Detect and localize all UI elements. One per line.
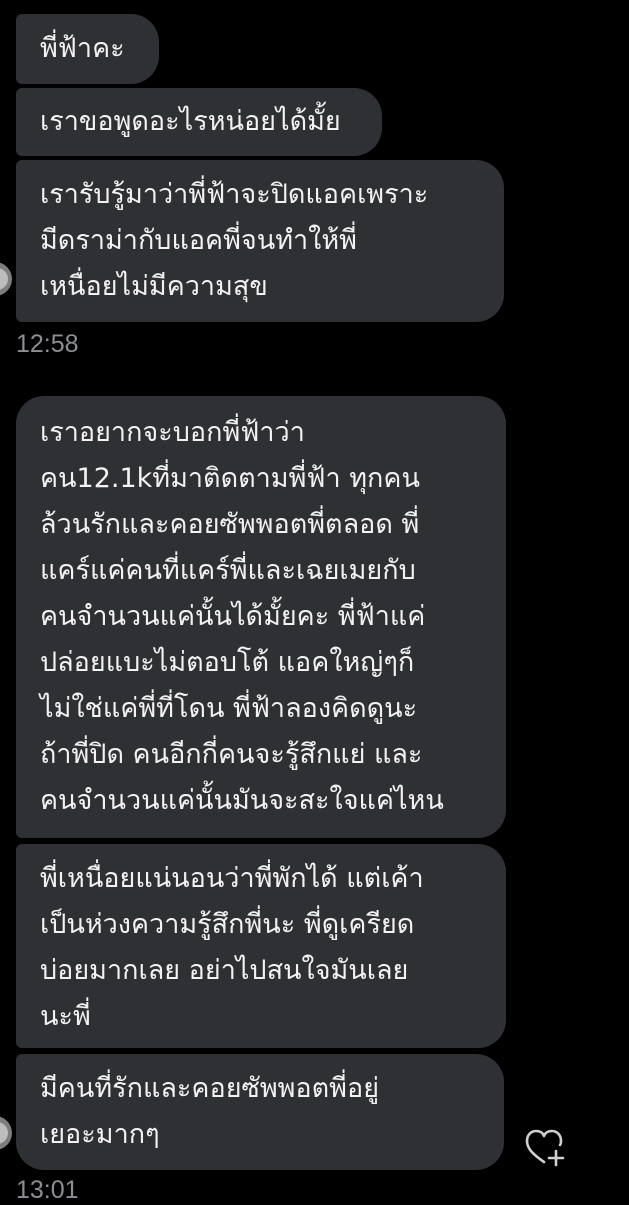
message-timestamp: 13:01	[16, 1176, 79, 1204]
message-text: มีคนที่รักและคอยซัพพอตพี่อยู่	[40, 1073, 380, 1104]
message-text: ไม่ใช่แค่พี่ที่โดน พี่ฟ้าลองคิดดูนะ	[40, 693, 418, 724]
message-text: ปล่อยแบะไม่ตอบโต้ แอคใหญ่ๆก็	[40, 647, 415, 678]
message-bubble[interactable]: พี่เหนื่อยแน่นอนว่าพี่พักได้ แต่เค้า เป็…	[16, 844, 506, 1048]
message-text: พี่ฟ้าคะ	[40, 33, 125, 64]
message-text: คนจำนวนแค่นั้นได้มั้ยคะ พี่ฟ้าแค่	[40, 601, 426, 632]
message-text: เราอยากจะบอกพี่ฟ้าว่า	[40, 417, 305, 448]
message-text: พี่เหนื่อยแน่นอนว่าพี่พักได้ แต่เค้า	[40, 863, 424, 894]
message-bubble[interactable]: เราอยากจะบอกพี่ฟ้าว่า คน12.1kที่มาติดตาม…	[16, 396, 506, 838]
message-bubble[interactable]: พี่ฟ้าคะ	[16, 14, 159, 84]
message-text: บ่อยมากเลย อย่าไปสนใจมันเลย	[40, 955, 409, 986]
message-bubble[interactable]: เรารับรู้มาว่าพี่ฟ้าจะปิดแอคเพราะ มีดราม…	[16, 160, 504, 322]
message-text: นะพี่	[40, 1001, 91, 1032]
heart-plus-icon[interactable]	[522, 1124, 568, 1170]
avatar[interactable]	[0, 1116, 12, 1150]
message-text: มีดราม่ากับแอคพี่จนทำให้พี่	[40, 225, 357, 256]
message-bubble[interactable]: มีคนที่รักและคอยซัพพอตพี่อยู่ เยอะมากๆ	[16, 1054, 504, 1170]
message-text: ล้วนรักและคอยซัพพอตพี่ตลอด พี่	[40, 509, 420, 540]
message-text: ถ้าพี่ปิด คนอีกกี่คนจะรู้สึกแย่ และ	[40, 739, 423, 770]
message-text: คน12.1kที่มาติดตามพี่ฟ้า ทุกคน	[40, 463, 420, 494]
message-text: เหนื่อยไม่มีความสุข	[40, 271, 268, 302]
message-text: เป็นห่วงความรู้สึกพี่นะ พี่ดูเครียด	[40, 909, 415, 940]
message-text: แคร์แค่คนที่แคร์พี่และเฉยเมยกับ	[40, 555, 416, 586]
message-text: เรารับรู้มาว่าพี่ฟ้าจะปิดแอคเพราะ	[40, 179, 429, 210]
message-text: เราขอพูดอะไรหน่อยได้มั้ย	[40, 106, 341, 137]
message-text: คนจำนวนแค่นั้นมันจะสะใจแค่ไหน	[40, 785, 444, 816]
message-bubble[interactable]: เราขอพูดอะไรหน่อยได้มั้ย	[16, 88, 382, 156]
message-text: เยอะมากๆ	[40, 1119, 160, 1150]
message-timestamp: 12:58	[16, 330, 79, 358]
avatar[interactable]	[0, 262, 12, 296]
